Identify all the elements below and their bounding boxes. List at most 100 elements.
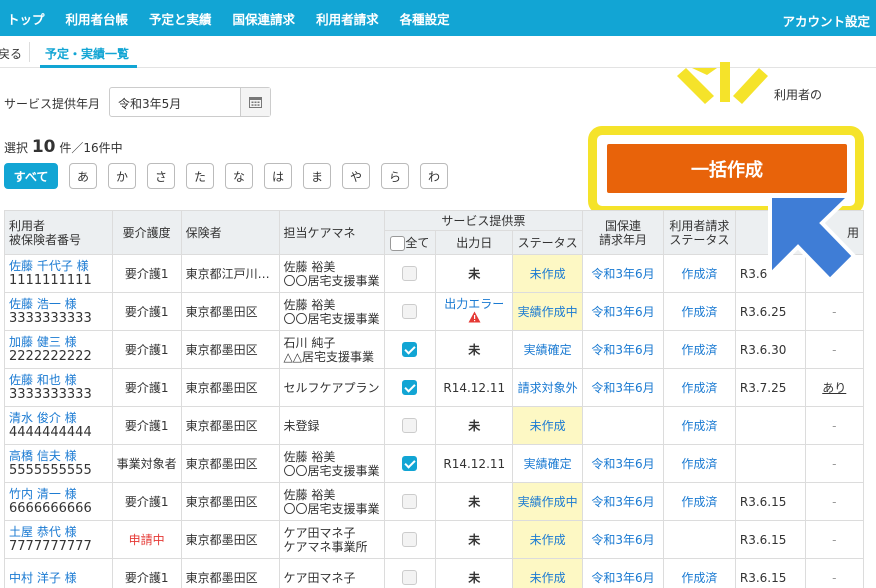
status-link[interactable]: 請求対象外 xyxy=(512,368,584,407)
select-cell[interactable] xyxy=(383,406,437,445)
care-manager-office: 〇〇居宅支援事業 xyxy=(283,311,380,326)
select-cell[interactable] xyxy=(383,330,437,369)
kana-filter-button[interactable]: あ xyxy=(69,163,97,189)
output-error-link[interactable]: 出力エラー xyxy=(444,297,504,311)
month-selector[interactable]: 令和3年5月 xyxy=(109,87,271,117)
col-service-sheet: サービス提供票 xyxy=(383,210,584,231)
user-request-status-link[interactable]: 作成済 xyxy=(662,444,736,483)
status-link[interactable]: 未作成 xyxy=(512,406,584,445)
kokuho-month-link[interactable]: 令和3年6月 xyxy=(582,520,664,559)
status-link[interactable]: 実績作成中 xyxy=(512,482,584,521)
kana-filter-button[interactable]: な xyxy=(225,163,253,189)
insurer-cell: 東京都墨田区 xyxy=(180,558,280,588)
select-cell[interactable] xyxy=(383,368,437,407)
kokuho-month-link[interactable]: 令和3年6月 xyxy=(582,330,664,369)
nav-item[interactable]: 予定と実績 xyxy=(149,9,212,28)
kokuho-month-link[interactable]: 令和3年6月 xyxy=(582,482,664,521)
row-checkbox[interactable] xyxy=(402,494,418,509)
care-manager-cell: セルフケアプラン xyxy=(278,368,385,407)
nav-item[interactable]: 利用者請求 xyxy=(316,9,379,28)
user-request-status-link[interactable]: 作成済 xyxy=(662,482,736,521)
row-checkbox[interactable] xyxy=(402,532,418,547)
select-cell[interactable] xyxy=(383,444,437,483)
kana-filter-button[interactable]: た xyxy=(186,163,214,189)
select-cell[interactable] xyxy=(383,482,437,521)
col-care-level: 要介護度 xyxy=(111,210,182,255)
care-level-cell: 要介護1 xyxy=(111,330,182,369)
kokuho-month-link[interactable] xyxy=(582,406,664,445)
kana-filter-button[interactable]: か xyxy=(108,163,136,189)
select-all-checkbox[interactable] xyxy=(390,236,406,251)
row-checkbox[interactable] xyxy=(402,266,418,281)
select-cell[interactable] xyxy=(383,520,437,559)
extra-cell: - xyxy=(804,406,865,445)
user-request-status-link[interactable]: 作成済 xyxy=(662,558,736,588)
user-request-status-link[interactable]: 作成済 xyxy=(662,330,736,369)
date-cell: R3.7.25 xyxy=(734,368,806,407)
select-cell[interactable] xyxy=(383,558,437,588)
month-value[interactable]: 令和3年5月 xyxy=(110,88,240,116)
user-name-link[interactable]: 中村 洋子 様 xyxy=(9,571,77,585)
tab-schedule-list[interactable]: 予定・実績一覧 xyxy=(45,45,129,62)
row-checkbox[interactable] xyxy=(402,570,418,585)
back-link[interactable]: 戻る xyxy=(0,45,22,62)
kokuho-month-link[interactable]: 令和3年6月 xyxy=(582,444,664,483)
kana-filter-button[interactable]: わ xyxy=(420,163,448,189)
user-name-link[interactable]: 佐藤 浩一 様 xyxy=(9,297,77,311)
calendar-icon[interactable] xyxy=(240,88,270,116)
care-manager-cell: 佐藤 裕美 〇〇居宅支援事業 xyxy=(278,292,385,331)
user-name-link[interactable]: 佐藤 和也 様 xyxy=(9,373,77,387)
kana-filter-button[interactable]: や xyxy=(342,163,370,189)
row-checkbox[interactable] xyxy=(402,342,418,357)
row-checkbox[interactable] xyxy=(402,304,418,319)
account-settings-link[interactable]: アカウント設定 xyxy=(782,11,870,30)
date-cell: R3.6.15 xyxy=(734,520,806,559)
col-select-all[interactable]: 全て xyxy=(383,230,437,255)
user-request-status-link[interactable]: 作成済 xyxy=(662,406,736,445)
user-name-link[interactable]: 加藤 健三 様 xyxy=(9,335,77,349)
nav-item[interactable]: 利用者台帳 xyxy=(66,9,129,28)
row-checkbox[interactable] xyxy=(402,418,418,433)
extra-cell: - xyxy=(804,292,865,331)
kana-filter-button[interactable]: さ xyxy=(147,163,175,189)
status-link[interactable]: 実績確定 xyxy=(512,444,584,483)
output-date-cell: 未 xyxy=(435,406,514,445)
nav-menu: トップ 利用者台帳 予定と実績 国保連請求 利用者請求 各種設定 xyxy=(0,0,464,36)
user-name-link[interactable]: 竹内 清一 様 xyxy=(9,487,77,501)
row-checkbox[interactable] xyxy=(402,380,418,395)
status-link[interactable]: 未作成 xyxy=(512,254,584,293)
insured-number: 7777777777 xyxy=(9,539,92,554)
col-status: ステータス xyxy=(512,230,584,255)
kana-filter-all[interactable]: すべて xyxy=(4,163,58,189)
select-cell[interactable] xyxy=(383,292,437,331)
user-name-link[interactable]: 佐藤 千代子 様 xyxy=(9,259,89,273)
user-request-status-link[interactable]: 作成済 xyxy=(662,368,736,407)
select-cell[interactable] xyxy=(383,254,437,293)
kana-filter-button[interactable]: ま xyxy=(303,163,331,189)
care-level-cell: 要介護1 xyxy=(111,254,182,293)
row-checkbox[interactable] xyxy=(402,456,418,471)
status-link[interactable]: 実績確定 xyxy=(512,330,584,369)
status-link[interactable]: 未作成 xyxy=(512,520,584,559)
kokuho-month-link[interactable]: 令和3年6月 xyxy=(582,254,664,293)
nav-item[interactable]: トップ xyxy=(7,9,45,28)
date-cell: R3.6.15 xyxy=(734,558,806,588)
kana-filter-button[interactable]: は xyxy=(264,163,292,189)
output-date-cell: R14.12.11 xyxy=(435,444,514,483)
kokuho-month-link[interactable]: 令和3年6月 xyxy=(582,558,664,588)
status-link[interactable]: 未作成 xyxy=(512,558,584,588)
user-name-link[interactable]: 高橋 信夫 様 xyxy=(9,449,77,463)
nav-item[interactable]: 各種設定 xyxy=(400,9,450,28)
user-request-status-link[interactable] xyxy=(662,520,736,559)
user-name-link[interactable]: 清水 俊介 様 xyxy=(9,411,77,425)
user-request-status-link[interactable]: 作成済 xyxy=(662,254,736,293)
nav-item[interactable]: 国保連請求 xyxy=(233,9,296,28)
kokuho-month-link[interactable]: 令和3年6月 xyxy=(582,368,664,407)
kokuho-month-link[interactable]: 令和3年6月 xyxy=(582,292,664,331)
extra-cell[interactable]: あり xyxy=(804,368,865,407)
kana-filter-button[interactable]: ら xyxy=(381,163,409,189)
status-link[interactable]: 実績作成中 xyxy=(512,292,584,331)
user-request-status-link[interactable]: 作成済 xyxy=(662,292,736,331)
user-cell: 清水 俊介 様 4444444444 xyxy=(4,406,113,445)
user-name-link[interactable]: 土屋 恭代 様 xyxy=(9,525,77,539)
